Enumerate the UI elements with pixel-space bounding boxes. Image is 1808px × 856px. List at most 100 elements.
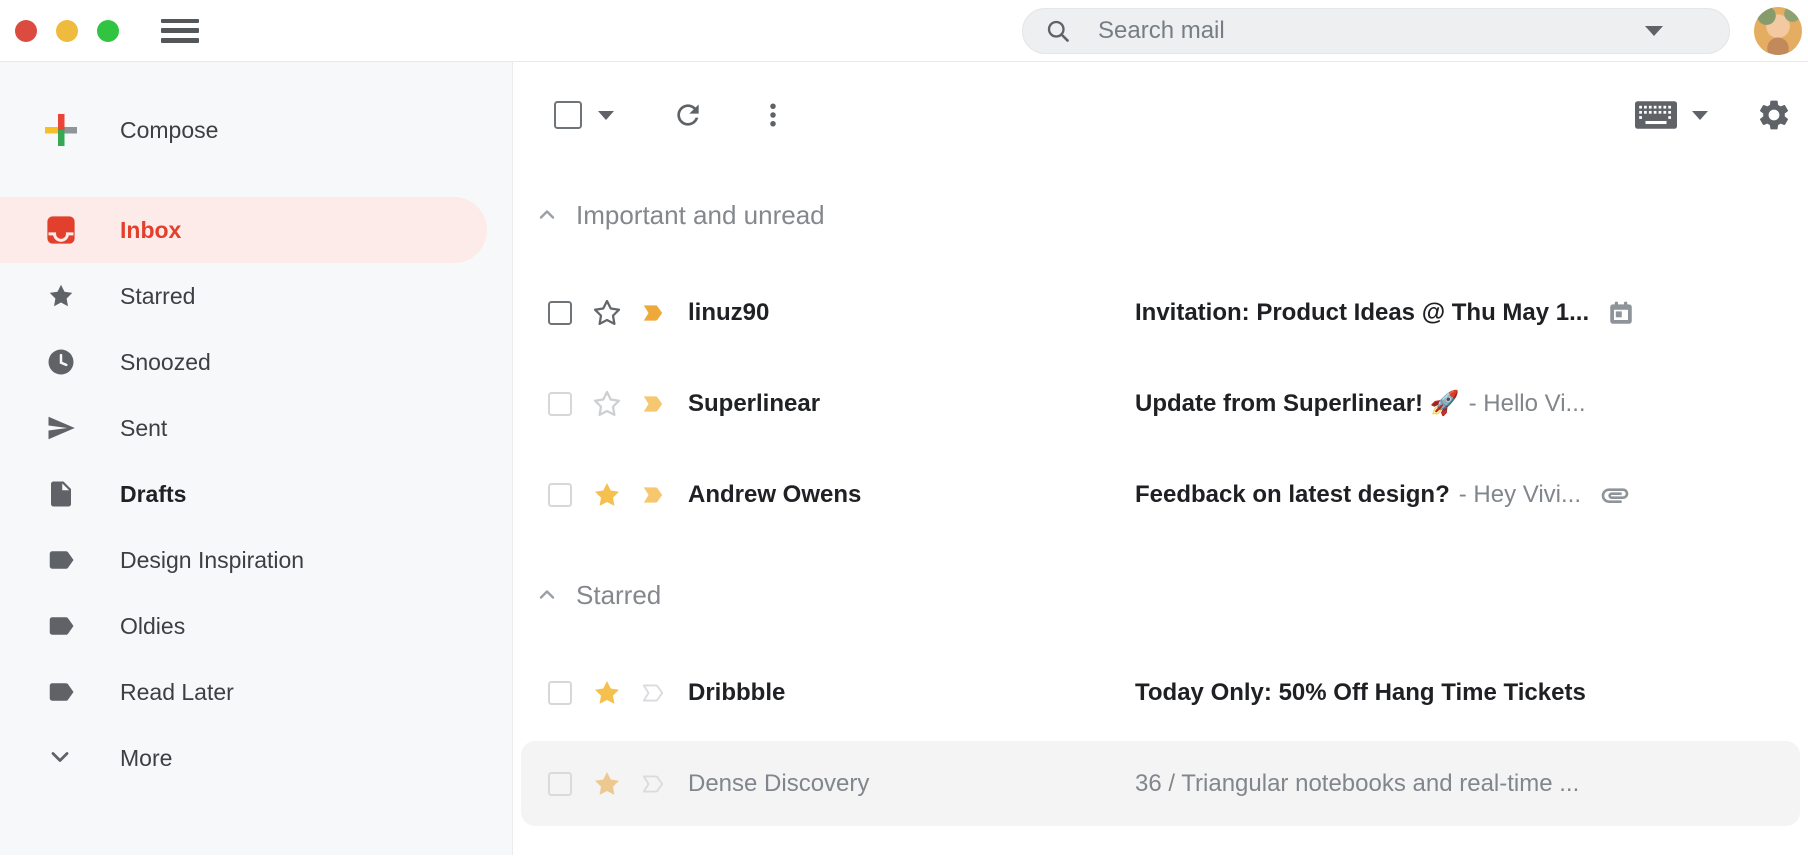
section-header-important-and-unread: Important and unread	[513, 186, 1808, 244]
section-rows: DribbbleToday Only: 50% Off Hang Time Ti…	[513, 647, 1808, 826]
search-icon	[1044, 17, 1072, 45]
chevron-down-icon	[46, 743, 76, 773]
main-content: Important and unread linuz90Invitation: P…	[513, 62, 1808, 855]
sidebar-item-label: Starred	[120, 283, 195, 310]
select-all-checkbox[interactable]	[554, 101, 582, 129]
keyboard-icon[interactable]	[1635, 101, 1677, 129]
section-title: Important and unread	[576, 200, 825, 231]
star-icon[interactable]	[591, 297, 623, 329]
email-row[interactable]: SuperlinearUpdate from Superlinear! 🚀 - H…	[513, 358, 1808, 449]
email-snippet: 36 / Triangular notebooks and real-time …	[1135, 770, 1579, 798]
importance-marker-icon[interactable]	[637, 300, 669, 326]
sidebar-item-label: Snoozed	[120, 349, 211, 376]
label-icon	[46, 611, 76, 641]
email-sender: Dribbble	[688, 679, 1135, 707]
sidebar-item-label: Drafts	[120, 481, 186, 508]
mail-toolbar	[513, 80, 1808, 150]
menu-icon[interactable]	[161, 19, 199, 43]
section-title: Starred	[576, 580, 661, 611]
row-checkbox[interactable]	[548, 301, 572, 325]
paperclip-icon	[1599, 479, 1631, 511]
sidebar: Compose Inbox Starred Snoozed Sent Drafts Des…	[0, 62, 513, 855]
email-sender: Andrew Owens	[688, 481, 1135, 509]
email-sender: Superlinear	[688, 390, 1135, 418]
email-snippet: - Hello Vi...	[1469, 390, 1586, 418]
avatar[interactable]	[1754, 7, 1802, 55]
sidebar-nav: Inbox Starred Snoozed Sent Drafts Design Insp…	[0, 197, 512, 791]
compose-plus-icon	[39, 108, 83, 152]
sidebar-item-inbox[interactable]: Inbox	[0, 197, 487, 263]
sidebar-item-label: More	[120, 745, 172, 772]
inbox-icon	[46, 215, 76, 245]
row-checkbox[interactable]	[548, 681, 572, 705]
email-subject-text: Invitation: Product Ideas @ Thu May 1...	[1135, 299, 1589, 327]
search-options-caret-icon[interactable]	[1645, 26, 1663, 36]
email-subject-text: Feedback on latest design?	[1135, 481, 1450, 509]
email-subject: Today Only: 50% Off Hang Time Tickets	[1135, 679, 1586, 707]
file-icon	[46, 479, 76, 509]
window-close-button[interactable]	[15, 20, 37, 42]
window-zoom-button[interactable]	[97, 20, 119, 42]
mail-list: Important and unread linuz90Invitation: P…	[513, 186, 1808, 826]
row-checkbox[interactable]	[548, 483, 572, 507]
window-controls	[15, 20, 119, 42]
sidebar-item-label: Oldies	[120, 613, 185, 640]
chevron-up-icon[interactable]	[535, 583, 559, 607]
sidebar-item-oldies[interactable]: Oldies	[0, 593, 512, 659]
label-icon	[46, 545, 76, 575]
sidebar-item-design-inspiration[interactable]: Design Inspiration	[0, 527, 512, 593]
window-minimize-button[interactable]	[56, 20, 78, 42]
section-rows: linuz90Invitation: Product Ideas @ Thu M…	[513, 267, 1808, 540]
star-icon[interactable]	[591, 388, 623, 420]
email-row[interactable]: Dense Discovery36 / Triangular notebooks…	[521, 741, 1800, 826]
importance-marker-icon[interactable]	[637, 391, 669, 417]
sidebar-item-label: Inbox	[120, 217, 181, 244]
sidebar-item-label: Read Later	[120, 679, 234, 706]
email-subject-text: Today Only: 50% Off Hang Time Tickets	[1135, 679, 1586, 707]
email-snippet: - Hey Vivi...	[1459, 481, 1581, 509]
star-icon	[46, 281, 76, 311]
select-caret-icon[interactable]	[598, 111, 614, 120]
email-sender: Dense Discovery	[688, 770, 1135, 798]
section-header-starred: Starred	[513, 566, 1808, 624]
app-body: Compose Inbox Starred Snoozed Sent Drafts Des…	[0, 62, 1808, 855]
sidebar-item-drafts[interactable]: Drafts	[0, 461, 512, 527]
gear-icon[interactable]	[1756, 97, 1792, 133]
importance-marker-icon[interactable]	[637, 680, 669, 706]
sidebar-item-sent[interactable]: Sent	[0, 395, 512, 461]
star-icon[interactable]	[591, 479, 623, 511]
compose-label: Compose	[120, 117, 218, 144]
sidebar-item-label: Design Inspiration	[120, 547, 304, 574]
search-input[interactable]	[1096, 16, 1645, 46]
sidebar-item-snoozed[interactable]: Snoozed	[0, 329, 512, 395]
sidebar-item-starred[interactable]: Starred	[0, 263, 512, 329]
row-checkbox[interactable]	[548, 772, 572, 796]
toolbar-right	[1635, 97, 1792, 133]
label-icon	[46, 677, 76, 707]
email-subject: 36 / Triangular notebooks and real-time …	[1135, 770, 1579, 798]
email-subject-text: Update from Superlinear! 🚀	[1135, 389, 1460, 418]
sidebar-item-more[interactable]: More	[0, 725, 512, 791]
refresh-icon[interactable]	[672, 99, 704, 131]
email-subject: Update from Superlinear! 🚀 - Hello Vi...	[1135, 389, 1586, 418]
chevron-up-icon[interactable]	[535, 203, 559, 227]
search-bar[interactable]	[1022, 8, 1730, 54]
calendar-icon	[1607, 299, 1635, 327]
email-subject: Feedback on latest design? - Hey Vivi...	[1135, 481, 1581, 509]
email-sender: linuz90	[688, 299, 1135, 327]
email-row[interactable]: DribbbleToday Only: 50% Off Hang Time Ti…	[513, 647, 1808, 738]
keyboard-caret-icon[interactable]	[1692, 111, 1708, 120]
star-icon[interactable]	[591, 677, 623, 709]
star-icon[interactable]	[591, 768, 623, 800]
importance-marker-icon[interactable]	[637, 771, 669, 797]
email-row[interactable]: Andrew OwensFeedback on latest design? - …	[513, 449, 1808, 540]
importance-marker-icon[interactable]	[637, 482, 669, 508]
row-checkbox[interactable]	[548, 392, 572, 416]
email-row[interactable]: linuz90Invitation: Product Ideas @ Thu M…	[513, 267, 1808, 358]
topbar	[0, 0, 1808, 62]
more-options-icon[interactable]	[758, 99, 788, 131]
sidebar-item-read-later[interactable]: Read Later	[0, 659, 512, 725]
email-subject: Invitation: Product Ideas @ Thu May 1...	[1135, 299, 1589, 327]
send-icon	[46, 413, 76, 443]
compose-button[interactable]: Compose	[0, 99, 512, 161]
